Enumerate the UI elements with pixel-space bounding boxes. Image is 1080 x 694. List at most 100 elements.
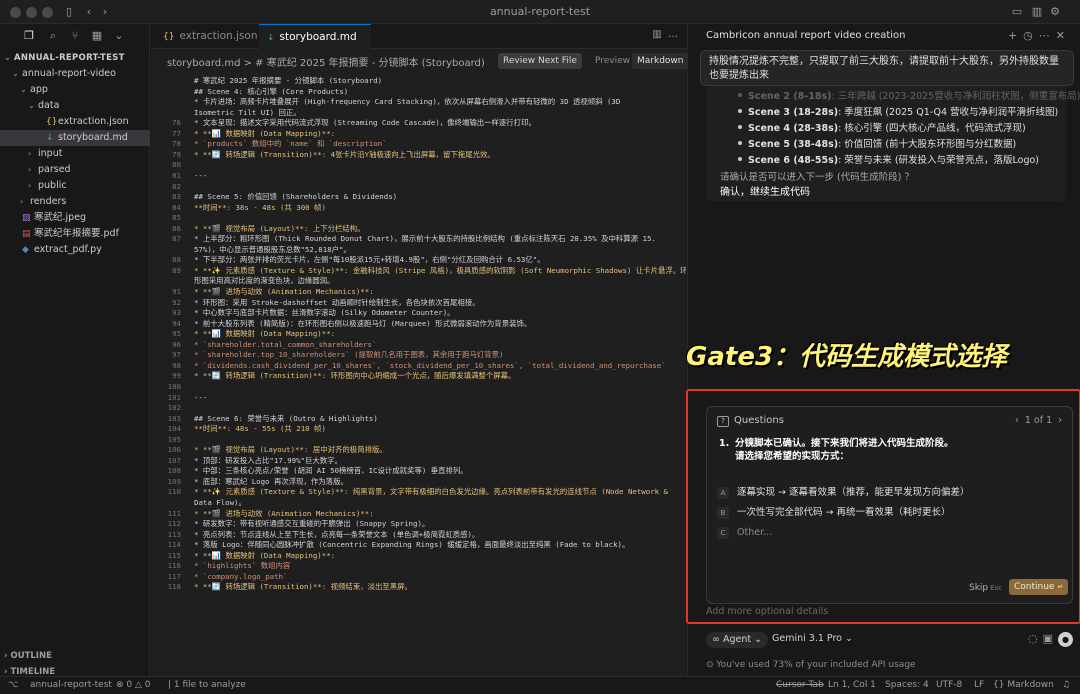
cursor-position[interactable]: Ln 1, Col 1 bbox=[828, 680, 876, 690]
tab-storyboard-md[interactable]: ↓ storyboard.md bbox=[259, 24, 371, 49]
tree-file[interactable]: ▤ 寒武纪年报摘要.pdf bbox=[0, 226, 150, 242]
breadcrumb[interactable]: storyboard.md > # 寒武纪 2025 年报摘要 - 分镜脚本 (… bbox=[167, 54, 485, 69]
workspace-root[interactable]: ⌄ ANNUAL-REPORT-TEST bbox=[0, 50, 150, 66]
extensions-icon[interactable]: ▦ bbox=[90, 29, 104, 43]
tree-folder[interactable]: › public bbox=[0, 178, 150, 194]
microphone-icon[interactable]: ● bbox=[1058, 632, 1073, 647]
json-file-icon: {} bbox=[46, 117, 58, 127]
line-number: 83 bbox=[172, 192, 181, 202]
agent-mode-selector[interactable]: ∞ Agent ⌄ bbox=[706, 632, 769, 648]
question-pager[interactable]: ‹ 1 of 1 › bbox=[1015, 415, 1062, 426]
tree-folder[interactable]: ⌄ annual-report-video bbox=[0, 66, 150, 82]
search-icon[interactable]: ⌕ bbox=[46, 29, 60, 43]
line-number: 102 bbox=[167, 403, 181, 413]
continue-button[interactable]: Continue ↵ bbox=[1009, 579, 1069, 595]
line-number: 113 bbox=[167, 529, 181, 539]
line-number: 85 bbox=[172, 213, 181, 223]
md-file-icon: ↓ bbox=[46, 133, 54, 143]
tree-folder[interactable]: › parsed bbox=[0, 162, 150, 178]
chat-input[interactable]: Add more optional details bbox=[706, 606, 828, 617]
workspace-name[interactable]: annual-report-test bbox=[30, 680, 112, 690]
bullet-icon bbox=[738, 93, 742, 97]
source-control-icon[interactable]: ⑂ bbox=[68, 29, 82, 43]
line-number: 107 bbox=[167, 455, 181, 465]
assistant-message: Scene 2 (8-18s): 三年跨越 (2023-2025营收与净利润柱状… bbox=[706, 86, 1080, 201]
line-number: 100 bbox=[167, 381, 181, 391]
model-selector[interactable]: Gemini 3.1 Pro ⌄ bbox=[772, 633, 853, 644]
chevron-down-icon: ⌄ bbox=[28, 101, 35, 110]
tree-item-label: 寒武纪年报摘要.pdf bbox=[34, 228, 119, 239]
split-editor-icon[interactable]: ▥ bbox=[652, 29, 661, 40]
option-c[interactable]: C Other... bbox=[717, 525, 772, 541]
pager-text: 1 of 1 bbox=[1024, 415, 1053, 426]
line-number: 94 bbox=[172, 318, 181, 328]
chat-controls: ∞ Agent ⌄ Gemini 3.1 Pro ⌄ ◌▣ ● bbox=[706, 632, 1073, 650]
line-text: * 底部：寒武纪 Logo 再次浮现，作为落版。 bbox=[194, 476, 348, 486]
preview-button[interactable]: Preview bbox=[591, 53, 634, 69]
chevron-down-icon[interactable]: ⌄ bbox=[112, 29, 126, 43]
scene-list-item: Scene 3 (18-28s): 季度狂飙 (2025 Q1-Q4 营收与净利… bbox=[738, 104, 1058, 118]
line-number: 86 bbox=[172, 223, 181, 233]
image-icon[interactable]: ▣ bbox=[1043, 632, 1058, 645]
encoding[interactable]: UTF-8 bbox=[936, 680, 962, 690]
end-of-line[interactable]: LF bbox=[974, 680, 984, 690]
review-next-file-button[interactable]: Review Next File bbox=[498, 53, 582, 69]
sidebar-toolbar: ❐ ⌕ ⑂ ▦ ⌄ bbox=[0, 24, 150, 46]
line-number: 91 bbox=[172, 287, 181, 296]
tab-extraction-json[interactable]: {} extraction.json bbox=[155, 24, 258, 49]
markdown-file-icon: ↓ bbox=[267, 33, 275, 43]
chevron-down-icon: ⌄ bbox=[20, 85, 27, 94]
tree-folder[interactable]: ⌄ data bbox=[0, 98, 150, 114]
bullet-icon bbox=[738, 109, 742, 113]
remote-icon[interactable]: ⌥ bbox=[8, 680, 18, 690]
cursor-tab-status[interactable]: Cursor Tab bbox=[776, 680, 824, 690]
tree-folder[interactable]: › input bbox=[0, 146, 150, 162]
line-text: * `shareholder.top_10_shareholders` (提取前… bbox=[194, 350, 504, 360]
question-text: 1. 分镜脚本已确认。接下来我们将进入代码生成阶段。 请选择您希望的实现方式： bbox=[719, 437, 954, 463]
notifications-icon[interactable]: ♫ bbox=[1062, 680, 1070, 690]
question-line-2: 请选择您希望的实现方式： bbox=[735, 451, 850, 462]
img-file-icon: ▨ bbox=[22, 213, 31, 223]
model-label: Gemini 3.1 Pro bbox=[772, 633, 842, 644]
chevron-right-icon: › bbox=[28, 165, 32, 174]
option-b[interactable]: B 一次性写完全部代码 → 再统一看效果（耗时更长） bbox=[717, 505, 951, 521]
analyze-status[interactable]: | 1 file to analyze bbox=[168, 680, 246, 690]
tree-file[interactable]: ↓ storyboard.md bbox=[0, 130, 150, 146]
more-actions-icon[interactable]: … bbox=[668, 29, 678, 40]
line-text: Isometric Tilt UI) 回正。 bbox=[194, 107, 301, 117]
questions-title: Questions bbox=[734, 415, 784, 426]
more-icon[interactable]: ⋯ bbox=[1039, 29, 1056, 42]
language-mode[interactable]: {} Markdown bbox=[993, 680, 1054, 690]
tree-folder[interactable]: ⌄ app bbox=[0, 82, 150, 98]
layout-icon[interactable]: ▭ bbox=[1010, 5, 1024, 19]
tab-label: extraction.json bbox=[179, 30, 258, 42]
chat-header-actions: +◷⋯✕ bbox=[1008, 29, 1071, 42]
settings-gear-icon[interactable]: ⚙ bbox=[1048, 5, 1062, 19]
option-a[interactable]: A 逐幕实现 → 逐幕看效果（推荐，能更早发现方向偏差） bbox=[717, 485, 970, 501]
tree-folder[interactable]: › renders bbox=[0, 194, 150, 210]
outline-section[interactable]: › OUTLINE bbox=[0, 648, 150, 664]
user-message[interactable]: 持股情况提炼不完整，只提取了前三大股东，请提取前十大股东，另外持股数量也要提炼出… bbox=[700, 50, 1074, 86]
return-icon: ↵ bbox=[1057, 583, 1064, 591]
close-icon[interactable]: ✕ bbox=[1056, 29, 1071, 42]
tree-file[interactable]: {}extraction.json bbox=[0, 114, 150, 130]
markdown-button[interactable]: Markdown bbox=[632, 53, 689, 69]
questions-header: ? Questions bbox=[717, 415, 784, 427]
indentation[interactable]: Spaces: 4 bbox=[885, 680, 929, 690]
tree-file[interactable]: ◆ extract_pdf.py bbox=[0, 242, 150, 258]
new-chat-icon[interactable]: + bbox=[1008, 29, 1023, 42]
line-text: * 下半部分：两张并排的荧光卡片，左侧"每10股派15元+转增4.9股"，右侧"… bbox=[194, 255, 545, 265]
tree-file[interactable]: ▨ 寒武纪.jpeg bbox=[0, 210, 150, 226]
option-label: 一次性写完全部代码 → 再统一看效果（耗时更长） bbox=[737, 507, 951, 518]
history-icon[interactable]: ◷ bbox=[1023, 29, 1039, 42]
problems-indicator[interactable]: ⊗ 0 △ 0 bbox=[116, 680, 151, 690]
panel-icon[interactable]: ▥ bbox=[1030, 5, 1044, 19]
scene-list-item: Scene 6 (48-55s): 荣誉与未来 (研发投入与荣誉亮点，落版Log… bbox=[738, 152, 1039, 166]
error-count: 0 bbox=[126, 680, 133, 690]
chevron-right-icon: › bbox=[28, 149, 32, 158]
line-number: 109 bbox=[167, 476, 181, 486]
files-icon[interactable]: ❐ bbox=[22, 29, 36, 43]
code-view[interactable]: # 寒武纪 2025 年报摘要 - 分镜脚本 (Storyboard) ## Sc… bbox=[151, 72, 686, 676]
skip-button[interactable]: Skip Esc bbox=[969, 583, 1002, 593]
scene-description: : 三年跨越 (2023-2025营收与净利润柱状图，侧重宣布局) bbox=[831, 91, 1080, 102]
